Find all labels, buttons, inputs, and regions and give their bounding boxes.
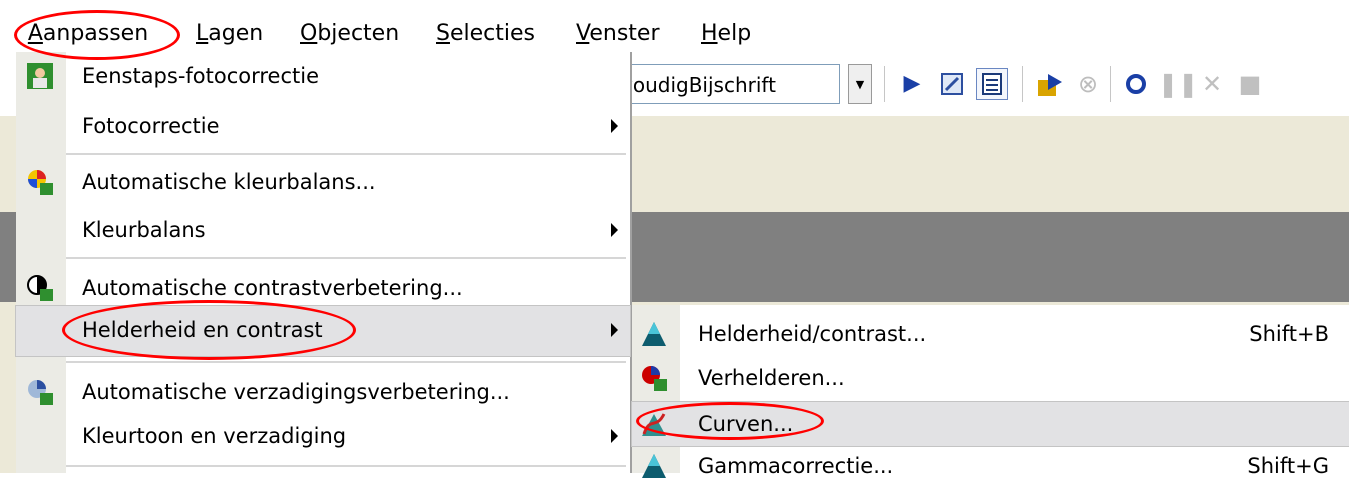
- menu-venster-rest: enster: [589, 21, 660, 46]
- menu-separator: [66, 257, 626, 259]
- shortcut-label: Shift+G: [1247, 454, 1329, 478]
- menu-objecten[interactable]: Objecten: [292, 16, 407, 52]
- toolbar-separator: [1110, 66, 1111, 102]
- toolbar-separator: [1022, 66, 1023, 102]
- color-balance-icon: [26, 168, 54, 196]
- menu-selecties[interactable]: Selecties: [428, 16, 543, 52]
- clarify-icon: [640, 364, 668, 392]
- menu-mnemonic: S: [436, 21, 450, 46]
- saturation-icon: [26, 378, 54, 406]
- menu-mnemonic: V: [576, 21, 590, 46]
- stop-circle-icon[interactable]: ⊗: [1072, 68, 1104, 100]
- menuitem-label: Automatische contrastverbetering...: [82, 276, 463, 300]
- menuitem-label: Automatische kleurbalans...: [82, 170, 376, 194]
- menu-venster[interactable]: Venster: [568, 16, 668, 52]
- menuitem-kleurbalans[interactable]: Kleurbalans: [16, 206, 630, 256]
- stop-icon[interactable]: ■: [1234, 68, 1266, 100]
- menu-separator: [66, 361, 626, 363]
- contrast-icon: [26, 274, 54, 302]
- gamma-icon: [640, 452, 668, 480]
- menuitem-label: Fotocorrectie: [82, 114, 220, 138]
- cancel-icon[interactable]: ✕: [1196, 68, 1228, 100]
- menu-separator: [66, 153, 626, 155]
- menuitem-kleurtoon-en-verzadiging[interactable]: Kleurtoon en verzadiging: [16, 412, 630, 462]
- annotation-ellipse: [62, 300, 356, 360]
- menuitem-label: Eenstaps-fotocorrectie: [82, 64, 319, 88]
- form-icon[interactable]: [976, 68, 1008, 100]
- run-script-icon[interactable]: [1034, 68, 1066, 100]
- submenu-gammacorrectie[interactable]: Gammacorrectie... Shift+G: [632, 444, 1349, 488]
- brightness-contrast-icon: [640, 320, 668, 348]
- menu-help[interactable]: Help: [693, 16, 759, 52]
- menuitem-label: Kleurtoon en verzadiging: [82, 424, 347, 448]
- menuitem-label: Kleurbalans: [82, 218, 206, 242]
- menu-selecties-rest: electies: [449, 21, 535, 46]
- submenu-arrow-icon: [611, 223, 618, 237]
- submenu-label: Helderheid/contrast...: [698, 322, 927, 346]
- toolbar-separator: [884, 66, 885, 102]
- combo-dropdown-button[interactable]: ▼: [848, 64, 872, 104]
- menu-mnemonic: L: [196, 21, 209, 46]
- submenu-verhelderen[interactable]: Verhelderen...: [632, 356, 1349, 400]
- annotation-ellipse: [636, 402, 824, 440]
- script-edit-icon[interactable]: [936, 68, 968, 100]
- menu-mnemonic: H: [701, 21, 718, 46]
- submenu-label: Verhelderen...: [698, 366, 845, 390]
- annotation-ellipse: [14, 10, 180, 60]
- submenu-helderheid-contrast[interactable]: Helderheid/contrast... Shift+B: [632, 312, 1349, 356]
- pause-icon[interactable]: ❚❚: [1158, 68, 1198, 100]
- style-combo[interactable]: voudigBijschrift: [600, 64, 840, 104]
- submenu-arrow-icon: [611, 119, 618, 133]
- menuitem-automatische-kleurbalans[interactable]: Automatische kleurbalans...: [16, 158, 630, 208]
- menu-separator: [66, 465, 626, 467]
- menu-objecten-rest: bjecten: [317, 21, 400, 46]
- menuitem-fotocorrectie[interactable]: Fotocorrectie: [16, 102, 630, 152]
- play-icon[interactable]: ▶: [896, 68, 928, 100]
- menu-help-rest: elp: [717, 21, 752, 46]
- menuitem-automatische-verzadigingsverbetering[interactable]: Automatische verzadigingsverbetering...: [16, 368, 630, 418]
- menu-mnemonic: O: [300, 21, 318, 46]
- submenu-arrow-icon: [611, 323, 618, 337]
- shortcut-label: Shift+B: [1249, 322, 1329, 346]
- submenu-label: Gammacorrectie...: [698, 454, 894, 478]
- menu-lagen-rest: agen: [208, 21, 264, 46]
- menu-lagen[interactable]: Lagen: [188, 16, 271, 52]
- record-icon[interactable]: [1120, 68, 1152, 100]
- photo-fix-icon: [26, 62, 54, 90]
- menuitem-label: Automatische verzadigingsverbetering...: [82, 380, 510, 404]
- submenu-arrow-icon: [611, 429, 618, 443]
